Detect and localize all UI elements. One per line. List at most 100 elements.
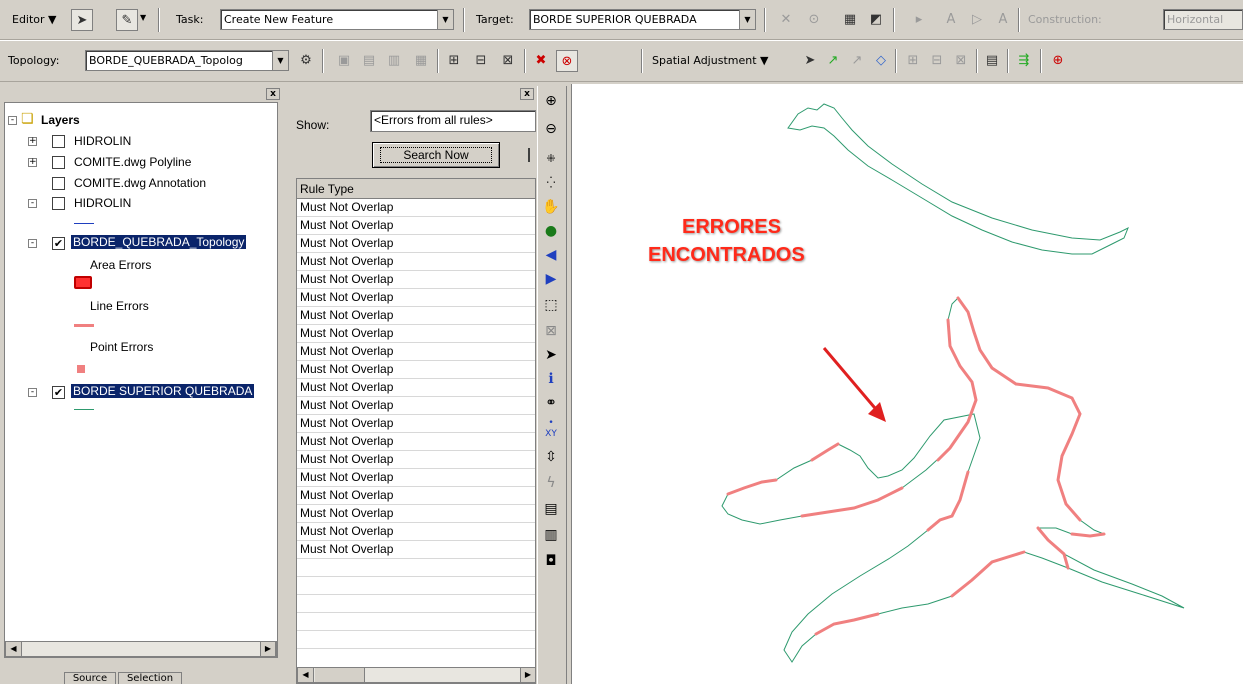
edit-tool-icon[interactable]: ➤ — [71, 9, 93, 31]
collapse-icon[interactable]: - — [28, 199, 37, 208]
rule-row[interactable]: Must Not Overlap — [297, 289, 535, 307]
multiple-links-icon[interactable]: ◇ — [870, 50, 892, 72]
checkbox-partial[interactable] — [528, 148, 530, 162]
upper-channel-feature[interactable] — [787, 103, 1129, 255]
validate-extent-icon[interactable]: ⊞ — [443, 50, 465, 72]
rule-row[interactable]: Must Not Overlap — [297, 505, 535, 523]
error-segment[interactable] — [936, 318, 978, 462]
rule-row[interactable]: Must Not Overlap — [297, 307, 535, 325]
error-segment[interactable] — [926, 470, 970, 532]
clear-selection-icon[interactable]: ⊠ — [540, 320, 562, 342]
spatial-adjustment-menu[interactable]: Spatial Adjustment ▼ — [652, 54, 769, 67]
layer-visibility-checkbox[interactable] — [52, 156, 65, 169]
tab-selection[interactable]: Selection — [118, 672, 182, 684]
map-canvas[interactable] — [572, 84, 1243, 684]
toc-panel-titlebar[interactable]: x — [4, 88, 284, 100]
annotation-follow-icon[interactable]: ▷ — [966, 9, 988, 31]
identity-link-icon[interactable]: ⊞ — [902, 50, 924, 72]
chevron-down-icon[interactable]: ▼ — [272, 51, 288, 70]
fixed-zoom-in-icon[interactable]: ⁜ — [540, 148, 562, 170]
fix-topology-error-icon[interactable]: ✖ — [530, 50, 552, 72]
pan-hand-icon[interactable]: ✋ — [540, 196, 562, 218]
sketch-dropdown-icon[interactable]: ▼ — [140, 13, 146, 22]
error-inspector-icon[interactable]: ⊗ — [556, 50, 578, 72]
rule-row[interactable]: Must Not Overlap — [297, 541, 535, 559]
rule-row[interactable]: Must Not Overlap — [297, 217, 535, 235]
create-viewer-icon[interactable]: ◘ — [540, 550, 562, 572]
new-displacement-link-icon[interactable]: ↗ — [822, 50, 844, 72]
editor-menu[interactable]: Editor ▼ — [12, 13, 57, 26]
map-display[interactable]: ERRORES ENCONTRADOS — [571, 84, 1243, 684]
topology-dropdown[interactable]: BORDE_QUEBRADA_Topolog ▼ — [85, 50, 289, 71]
annotation-edit-icon[interactable]: ▸ — [908, 9, 930, 31]
go-to-xy-icon[interactable]: • XY — [540, 418, 562, 440]
zoom-in-icon[interactable]: ⊕ — [540, 90, 562, 112]
new-control-point-icon[interactable]: ⊕ — [1047, 50, 1069, 72]
expand-icon[interactable]: + — [28, 158, 37, 167]
rule-row[interactable]: Must Not Overlap — [297, 343, 535, 361]
select-elements-icon[interactable]: ➤ — [540, 344, 562, 366]
column-header-rule-type[interactable]: Rule Type — [297, 179, 535, 199]
map-topology-icon[interactable]: ⚙ — [295, 50, 317, 72]
layer-visibility-checkbox[interactable] — [52, 135, 65, 148]
scroll-right-icon[interactable]: ▶ — [260, 642, 276, 656]
rule-row[interactable]: Must Not Overlap — [297, 397, 535, 415]
rule-row[interactable]: Must Not Overlap — [297, 469, 535, 487]
forward-arrow-icon[interactable]: ▶ — [540, 268, 562, 290]
error-segment[interactable] — [726, 478, 778, 496]
task-dropdown[interactable]: Create New Feature ▼ — [220, 9, 454, 30]
layer-visibility-checkbox[interactable]: ✔ — [52, 237, 65, 250]
scroll-left-icon[interactable]: ◀ — [298, 668, 314, 682]
validate-selection-icon[interactable]: ⊟ — [470, 50, 492, 72]
modify-link-icon[interactable]: ↗ — [846, 50, 868, 72]
target-dropdown[interactable]: BORDE SUPERIOR QUEBRADA ▼ — [529, 9, 756, 30]
layers-root-label[interactable]: Layers — [41, 113, 80, 127]
sketch-tool-icon[interactable]: ✎ — [116, 9, 138, 31]
construct-features-icon[interactable]: ▥ — [383, 50, 405, 72]
select-features-icon[interactable]: ⬚ — [540, 294, 562, 316]
hyperlink-lightning-icon[interactable]: ϟ — [540, 472, 562, 494]
annotation-text-icon[interactable]: A — [940, 9, 962, 31]
sketch-properties-icon[interactable]: ◩ — [865, 9, 887, 31]
show-filter-dropdown[interactable]: <Errors from all rules> — [370, 110, 536, 132]
rule-row[interactable]: Must Not Overlap — [297, 235, 535, 253]
rule-row[interactable]: Must Not Overlap — [297, 433, 535, 451]
rule-row[interactable]: Must Not Overlap — [297, 253, 535, 271]
show-shared-features-icon[interactable]: ▤ — [358, 50, 380, 72]
rotate-tool-icon[interactable]: ⊙ — [803, 9, 825, 31]
layer-comite-polyline[interactable]: COMITE.dwg Polyline — [74, 155, 191, 169]
view-link-table-icon[interactable]: ▤ — [981, 50, 1003, 72]
rule-row[interactable]: Must Not Overlap — [297, 379, 535, 397]
close-icon[interactable]: x — [266, 88, 280, 100]
line-error-segments[interactable] — [726, 296, 1106, 636]
topology-edit-icon[interactable]: ▣ — [333, 50, 355, 72]
layer-comite-annotation[interactable]: COMITE.dwg Annotation — [74, 176, 206, 190]
layer-visibility-checkbox[interactable] — [52, 177, 65, 190]
layer-borde-superior-quebrada[interactable]: BORDE SUPERIOR QUEBRADA — [71, 384, 255, 398]
layer-hidrolin[interactable]: HIDROLIN — [74, 134, 131, 148]
rule-row[interactable]: Must Not Overlap — [297, 523, 535, 541]
rule-list-horizontal-scrollbar[interactable]: ◀ ▶ — [297, 667, 535, 683]
chevron-down-icon[interactable]: ▼ — [437, 10, 453, 29]
attributes-icon[interactable]: ▦ — [839, 9, 861, 31]
find-binoculars-icon[interactable]: ⚭ — [540, 392, 562, 414]
layer-borde-quebrada-topology[interactable]: BORDE_QUEBRADA_Topology — [71, 235, 247, 249]
construction-dropdown[interactable]: Horizontal — [1163, 9, 1243, 30]
clear-limited-area-icon[interactable]: ⊠ — [950, 50, 972, 72]
rule-row[interactable]: Must Not Overlap — [297, 361, 535, 379]
tab-source[interactable]: Source — [64, 672, 116, 684]
time-slider-icon[interactable]: ▥ — [540, 524, 562, 546]
layer-hidrolin-2[interactable]: HIDROLIN — [74, 196, 131, 210]
close-icon[interactable]: x — [520, 88, 534, 100]
full-extent-globe-icon[interactable]: ● — [540, 220, 562, 242]
fixed-zoom-out-icon[interactable]: ⁛ — [540, 172, 562, 194]
collapse-icon[interactable]: - — [28, 239, 37, 248]
rule-row[interactable]: Must Not Overlap — [297, 415, 535, 433]
scroll-left-icon[interactable]: ◀ — [6, 642, 22, 656]
error-inspector-titlebar[interactable]: x — [290, 88, 536, 100]
search-now-button[interactable]: Search Now — [372, 142, 500, 168]
limited-adjustment-icon[interactable]: ⊟ — [926, 50, 948, 72]
validate-all-icon[interactable]: ⊠ — [497, 50, 519, 72]
scroll-thumb[interactable] — [315, 668, 365, 682]
back-arrow-icon[interactable]: ◀ — [540, 244, 562, 266]
